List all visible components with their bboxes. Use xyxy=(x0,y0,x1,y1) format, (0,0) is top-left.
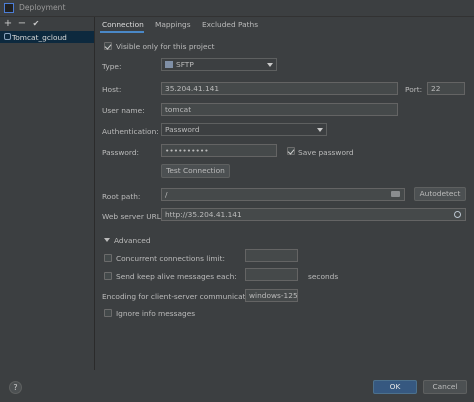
keepalive-label: Send keep alive messages each: xyxy=(116,272,237,281)
active-tab-indicator xyxy=(100,31,144,33)
save-password-checkbox[interactable] xyxy=(287,147,295,155)
server-list-panel xyxy=(0,17,95,370)
ignore-info-checkbox[interactable] xyxy=(104,309,112,317)
apply-check-button[interactable]: ✔ xyxy=(31,19,41,29)
password-label: Password: xyxy=(102,148,140,157)
ignore-info-label: Ignore info messages xyxy=(116,309,196,318)
ok-button[interactable]: OK xyxy=(373,380,417,394)
test-connection-button[interactable]: Test Connection xyxy=(161,164,230,178)
concurrent-label: Concurrent connections limit: xyxy=(116,254,226,263)
root-path-label: Root path: xyxy=(102,192,141,201)
type-label: Type: xyxy=(102,62,122,71)
server-name: Tomcat_gcloud xyxy=(12,33,67,42)
collapse-triangle-icon[interactable] xyxy=(104,238,110,242)
username-label: User name: xyxy=(102,106,145,115)
password-field[interactable]: •••••••••• xyxy=(161,144,277,157)
encoding-label: Encoding for client-server communication… xyxy=(102,292,260,301)
seconds-label: seconds xyxy=(308,272,339,281)
title-bar xyxy=(0,0,474,17)
auth-dropdown[interactable]: Password xyxy=(161,123,327,136)
folder-icon[interactable] xyxy=(391,191,400,197)
autodetect-button[interactable]: Autodetect xyxy=(414,187,466,201)
port-field[interactable]: 22 xyxy=(427,82,465,95)
web-url-label: Web server URL: xyxy=(102,212,164,221)
keepalive-field[interactable] xyxy=(245,268,298,281)
chevron-down-icon xyxy=(267,63,273,67)
add-server-button[interactable]: + xyxy=(3,19,13,29)
root-path-field[interactable]: / xyxy=(161,188,405,201)
host-label: Host: xyxy=(102,85,122,94)
web-url-field[interactable]: http://35.204.41.141 xyxy=(161,208,466,221)
help-button[interactable]: ? xyxy=(9,381,22,394)
app-logo-icon xyxy=(4,3,14,13)
keepalive-checkbox[interactable] xyxy=(104,272,112,280)
save-password-label: Save password xyxy=(298,148,354,157)
auth-label: Authentication: xyxy=(102,127,159,136)
encoding-field[interactable]: windows-1251 xyxy=(245,289,298,302)
visible-only-label: Visible only for this project xyxy=(116,42,215,51)
visible-only-checkbox[interactable] xyxy=(104,42,112,50)
tab-connection[interactable]: Connection xyxy=(102,20,144,29)
sftp-icon xyxy=(165,61,173,68)
tab-mappings[interactable]: Mappings xyxy=(155,20,191,29)
concurrent-checkbox[interactable] xyxy=(104,254,112,262)
auth-value: Password xyxy=(165,125,200,134)
port-label: Port: xyxy=(405,85,423,94)
chevron-down-icon xyxy=(317,128,323,132)
concurrent-field[interactable] xyxy=(245,249,298,262)
tab-excluded-paths[interactable]: Excluded Paths xyxy=(202,20,258,29)
type-dropdown[interactable]: SFTP xyxy=(161,58,277,71)
host-field[interactable]: 35.204.41.141 xyxy=(161,82,398,95)
type-value: SFTP xyxy=(176,60,194,69)
username-field[interactable]: tomcat xyxy=(161,103,398,116)
cancel-button[interactable]: Cancel xyxy=(423,380,467,394)
window-title: Deployment xyxy=(19,3,66,12)
remove-server-button[interactable]: − xyxy=(17,19,27,29)
server-icon xyxy=(4,33,11,40)
globe-icon[interactable] xyxy=(454,211,461,218)
advanced-header[interactable]: Advanced xyxy=(114,236,151,245)
